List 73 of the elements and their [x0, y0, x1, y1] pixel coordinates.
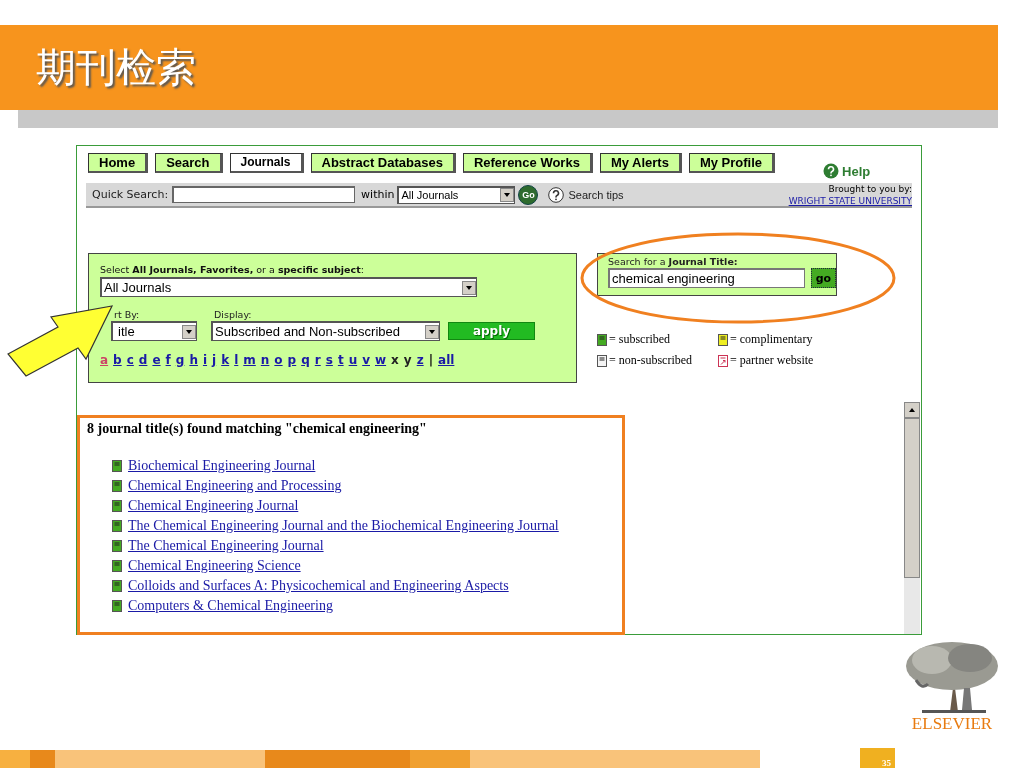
letter-link[interactable]: b — [113, 353, 122, 367]
letter-text: x — [391, 353, 399, 367]
sort-label: rt By: — [113, 309, 141, 321]
letter-link[interactable]: f — [165, 353, 171, 367]
sort-dropdown[interactable]: itle — [111, 321, 197, 341]
nav-tab[interactable]: My Profile — [688, 153, 776, 173]
nav-tab[interactable]: Journals — [229, 153, 304, 173]
letter-link[interactable]: e — [152, 353, 161, 367]
quick-search-field[interactable] — [172, 186, 356, 203]
within-dropdown[interactable]: All Journals — [397, 185, 516, 204]
letter-link[interactable]: z — [416, 353, 424, 367]
letter-link[interactable]: j — [212, 353, 217, 367]
within-label: within — [361, 188, 395, 201]
all-link[interactable]: all — [438, 353, 455, 367]
title-search-field[interactable]: chemical engineering — [608, 268, 805, 288]
title-search-label: Search for a Journal Title: — [608, 256, 739, 268]
logo-text: ELSEVIER — [911, 714, 993, 734]
slide-title: 期刊检索 — [36, 43, 196, 92]
nav-tab[interactable]: Search — [155, 153, 223, 173]
letter-link[interactable]: g — [175, 353, 185, 367]
separator-text: | — [428, 353, 434, 367]
display-label: Display: — [213, 309, 253, 321]
letter-link[interactable]: w — [375, 353, 387, 367]
institution-link[interactable]: WRIGHT STATE UNIVERSITY — [788, 194, 912, 207]
journal-link[interactable]: The Chemical Engineering Journal and the Biochemical Engineering Journal — [128, 517, 559, 534]
letter-link[interactable]: c — [126, 353, 134, 367]
letter-link[interactable]: o — [274, 353, 283, 367]
quick-search-label: Quick Search: — [92, 188, 169, 201]
letter-link[interactable]: p — [287, 353, 297, 367]
journal-link[interactable]: Chemical Engineering and Processing — [128, 477, 342, 494]
go-button[interactable]: Go — [518, 184, 539, 205]
go-button[interactable]: go — [810, 268, 836, 288]
journal-link[interactable]: Colloids and Surfaces A: Physicochemical and Engineering Aspects — [128, 577, 509, 594]
nav-tab[interactable]: My Alerts — [599, 153, 682, 173]
scrollbar-thumb[interactable] — [904, 418, 920, 578]
brought-by-label: Brought to you by: — [828, 182, 912, 195]
journal-link[interactable]: Chemical Engineering Science — [128, 557, 301, 574]
legend-label: = complimentary — [730, 332, 813, 347]
legend-label: = non-subscribed — [609, 353, 693, 368]
letter-link[interactable]: s — [325, 353, 333, 367]
journal-link[interactable]: The Chemical Engineering Journal — [128, 537, 324, 554]
letter-text: y — [403, 353, 412, 367]
subject-dropdown[interactable]: All Journals — [100, 277, 477, 297]
page-number: 35 — [860, 748, 895, 768]
letter-link[interactable]: m — [243, 353, 256, 367]
letter-link[interactable]: r — [314, 353, 321, 367]
letter-link[interactable]: n — [260, 353, 270, 367]
nav-tab[interactable]: Abstract Databases — [310, 153, 456, 173]
letter-link[interactable]: t — [337, 353, 344, 367]
journal-link[interactable]: Chemical Engineering Journal — [128, 497, 299, 514]
letter-link[interactable]: a — [100, 353, 109, 367]
legend-label: = partner website — [730, 353, 814, 368]
help-icon — [548, 186, 565, 203]
letter-link[interactable]: v — [362, 353, 370, 367]
journal-link[interactable]: Computers & Chemical Engineering — [128, 597, 333, 614]
nav-tab[interactable]: Reference Works — [462, 153, 593, 173]
scrollbar[interactable] — [904, 402, 920, 634]
letter-link[interactable]: i — [202, 353, 208, 367]
journal-link[interactable]: Biochemical Engineering Journal — [128, 457, 316, 474]
letter-link[interactable]: l — [234, 353, 239, 367]
search-tips-link[interactable]: Search tips — [568, 188, 624, 201]
display-dropdown[interactable]: Subscribed and Non-subscribed — [211, 321, 440, 341]
letter-link[interactable]: d — [138, 353, 148, 367]
results-summary: 8 journal title(s) found matching "chemical engineering" — [87, 421, 428, 437]
letter-link[interactable]: k — [221, 353, 230, 367]
help-link[interactable]: Help — [842, 163, 871, 179]
legend-label: = subscribed — [609, 332, 671, 347]
nav-tab[interactable]: Home — [88, 153, 149, 173]
letter-link[interactable]: q — [301, 353, 310, 367]
subject-prompt: Select All Journals, Favorites, or a specific subject: — [100, 264, 365, 276]
letter-link[interactable]: h — [189, 353, 198, 367]
letter-link[interactable]: u — [348, 353, 358, 367]
help-icon[interactable] — [823, 163, 840, 179]
